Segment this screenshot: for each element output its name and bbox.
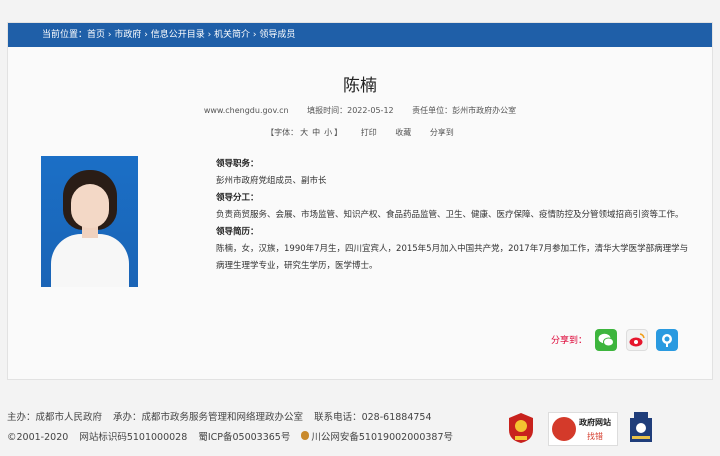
breadcrumb-home[interactable]: 首页 — [87, 30, 105, 40]
gov-site-error-report[interactable]: 政府网站 找错 — [548, 412, 618, 446]
breadcrumb-sep: › — [141, 30, 151, 40]
bio-text: 陈楠，女，汉族，1990年7月生，四川宜宾人，2015年5月加入中国共产党，20… — [216, 244, 689, 271]
police-station-badge[interactable] — [626, 410, 656, 444]
wechat-share-icon[interactable] — [595, 329, 617, 351]
leader-profile: 领导职务： 彭州市政府党组成员、副市长 领导分工： 负责商贸服务、会展、市场监管… — [216, 156, 694, 275]
breadcrumb: 当前位置：首页 › 市政府 › 信息公开目录 › 机关简介 › 领导成员 — [8, 23, 712, 47]
duty-heading: 领导职务： — [216, 159, 259, 169]
source-site: www.chengdu.gov.cn — [203, 106, 289, 115]
error-report-title: 政府网站 — [579, 418, 611, 427]
font-medium-button[interactable]: 中 — [312, 128, 320, 137]
share-to-button[interactable]: 分享到 — [430, 128, 454, 137]
favorite-button[interactable]: 收藏 — [395, 128, 411, 137]
article-tools: 【字体：大中小】 打印 收藏 分享到 — [8, 127, 712, 138]
breadcrumb-city-gov[interactable]: 市政府 — [114, 30, 141, 40]
article-meta: www.chengdu.gov.cn 填报时间：2022-05-12 责任单位：… — [8, 105, 712, 116]
error-report-action: 找错 — [587, 432, 603, 441]
division-heading: 领导分工： — [216, 193, 259, 203]
breadcrumb-leaders[interactable]: 领导成员 — [259, 30, 295, 40]
footer-copyright: ©2001-2020 — [7, 432, 69, 443]
footer-phone: 联系电话：028-61884754 — [314, 412, 432, 423]
footer-icp-link[interactable]: 蜀ICP备05003365号 — [198, 432, 290, 443]
footer-host: 主办：成都市人民政府 — [7, 412, 103, 423]
bio-heading: 领导简历： — [216, 227, 259, 237]
breadcrumb-sep: › — [204, 30, 215, 40]
weibo-share-icon[interactable] — [626, 329, 648, 351]
print-button[interactable]: 打印 — [361, 128, 377, 137]
font-small-button[interactable]: 小 — [324, 128, 332, 137]
fill-date: 填报时间：2022-05-12 — [307, 106, 394, 115]
site-footer: 主办：成都市人民政府 承办：成都市政务服务管理和网络理政办公室 联系电话：028… — [7, 408, 507, 448]
breadcrumb-agency-intro[interactable]: 机关简介 — [214, 30, 250, 40]
breadcrumb-info-catalog[interactable]: 信息公开目录 — [151, 30, 205, 40]
font-large-button[interactable]: 大 — [300, 128, 308, 137]
duty-text: 彭州市政府党组成员、副市长 — [216, 176, 327, 186]
police-badge-icon — [301, 431, 310, 440]
breadcrumb-prefix: 当前位置： — [42, 30, 88, 40]
leader-photo — [41, 156, 138, 287]
share-label: 分享到： — [551, 336, 588, 346]
footer-police-record[interactable]: 川公网安备51019002000387号 — [301, 431, 453, 443]
breadcrumb-sep: › — [105, 30, 115, 40]
responsible-unit: 责任单位：彭州市政府办公室 — [412, 106, 517, 115]
party-organization-badge[interactable] — [508, 412, 534, 443]
error-report-icon — [552, 417, 576, 441]
footer-site-id: 网站标识码5101000028 — [79, 432, 188, 443]
qzone-share-icon[interactable] — [656, 329, 678, 351]
breadcrumb-sep: › — [250, 30, 260, 40]
footer-organizer: 承办：成都市政务服务管理和网络理政办公室 — [113, 412, 304, 423]
page-title: 陈楠 — [343, 76, 377, 96]
font-size-switcher: 【字体：大中小】 — [266, 128, 343, 137]
division-text: 负责商贸服务、会展、市场监管、知识产权、食品药品监管、卫生、健康、医疗保障、疫情… — [216, 210, 684, 220]
page-frame: 当前位置：首页 › 市政府 › 信息公开目录 › 机关简介 › 领导成员 陈楠 … — [7, 22, 713, 380]
